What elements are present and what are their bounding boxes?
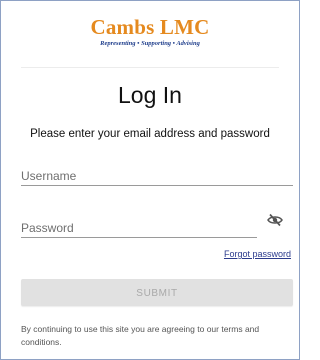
login-instruction: Please enter your email address and pass… bbox=[30, 128, 270, 140]
password-field-wrapper bbox=[21, 219, 257, 238]
brand-name: Cambs LMC bbox=[90, 15, 210, 39]
terms-notice: By continuing to use this site you are a… bbox=[21, 324, 260, 347]
brand-logo: Cambs LMC Representing • Supporting • Ad… bbox=[1, 15, 299, 48]
login-panel: Cambs LMC Representing • Supporting • Ad… bbox=[0, 0, 300, 360]
submit-button[interactable]: SUBMIT bbox=[21, 279, 293, 306]
password-input[interactable] bbox=[21, 219, 257, 237]
username-field-wrapper bbox=[21, 167, 293, 186]
username-input[interactable] bbox=[21, 167, 293, 185]
forgot-password-link[interactable]: Forgot password bbox=[224, 249, 291, 259]
page-title: Log In bbox=[118, 82, 182, 108]
eye-off-icon[interactable] bbox=[267, 213, 283, 227]
header-divider bbox=[21, 67, 279, 68]
brand-tagline: Representing • Supporting • Advising bbox=[100, 40, 200, 47]
